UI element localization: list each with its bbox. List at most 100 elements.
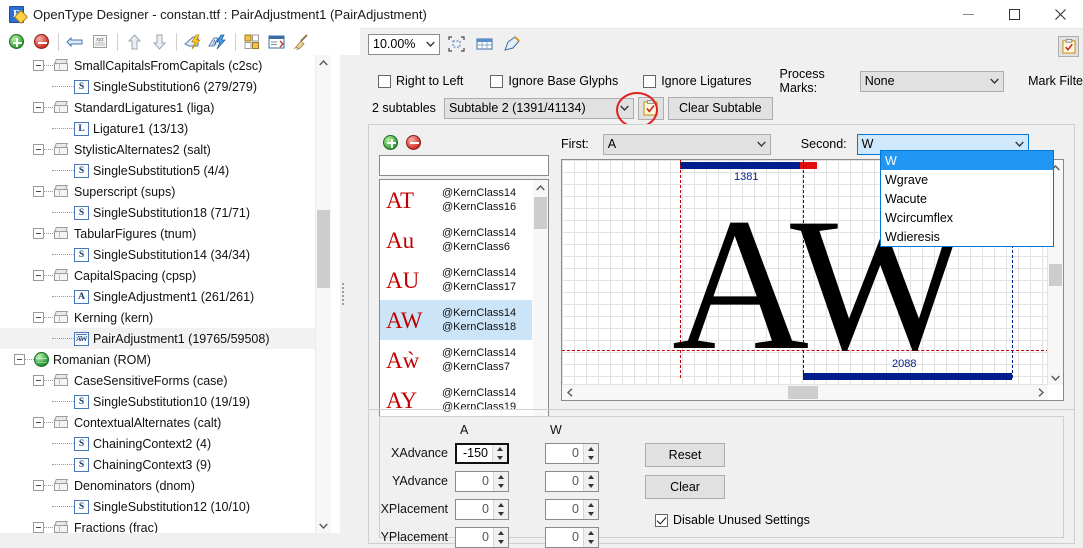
pair-list-item[interactable]: AT@KernClass14@KernClass16	[380, 180, 532, 220]
clear-subtable-button[interactable]: Clear Subtable	[668, 97, 773, 120]
tree-expander-collapse-icon[interactable]	[33, 186, 44, 197]
table-view-button[interactable]	[472, 33, 496, 55]
canvas-hscrollbar[interactable]	[562, 384, 1048, 400]
copy-lookup-button[interactable]	[240, 31, 264, 53]
lookup-tree-panel[interactable]: SmallCapitalsFromCapitals (c2sc)SSingleS…	[0, 55, 346, 533]
stepper-up-button[interactable]	[584, 472, 598, 482]
tree-item-4[interactable]: StylisticAlternates2 (salt)	[0, 139, 331, 160]
tree-item-7[interactable]: SSingleSubstitution18 (71/71)	[0, 202, 331, 223]
setting-second-stepper[interactable]: 0	[545, 443, 599, 464]
setting-first-stepper[interactable]: -150	[455, 443, 509, 464]
dropdown-option[interactable]: Wacute	[881, 189, 1053, 208]
tree-scrollbar[interactable]	[315, 55, 331, 533]
scroll-down-arrow[interactable]	[1048, 370, 1063, 385]
canvas-vscroll-thumb[interactable]	[1049, 264, 1062, 286]
setting-first-stepper[interactable]: 0	[455, 527, 509, 548]
tree-item-2[interactable]: StandardLigatures1 (liga)	[0, 97, 331, 118]
stepper-up-button[interactable]	[584, 500, 598, 510]
pair-list-item[interactable]: AW@KernClass14@KernClass18	[380, 300, 532, 340]
close-button[interactable]	[1037, 0, 1083, 28]
tree-item-1[interactable]: SSingleSubstitution6 (279/279)	[0, 76, 331, 97]
stepper-up-button[interactable]	[494, 528, 508, 538]
first-glyph-combo[interactable]: A	[603, 134, 771, 155]
dropdown-option[interactable]: W	[881, 151, 1053, 170]
tree-expander-collapse-icon[interactable]	[33, 312, 44, 323]
stepper-buttons[interactable]	[492, 445, 507, 462]
stepper-down-button[interactable]	[494, 538, 508, 548]
tree-item-12[interactable]: Kerning (kern)	[0, 307, 331, 328]
zoom-combo[interactable]: 10.00%	[368, 34, 440, 55]
stepper-down-button[interactable]	[584, 454, 598, 464]
fit-to-window-button[interactable]	[444, 33, 468, 55]
tree-item-11[interactable]: ASingleAdjustment1 (261/261)	[0, 286, 331, 307]
tree-item-15[interactable]: CaseSensitiveForms (case)	[0, 370, 331, 391]
compile-button[interactable]	[181, 31, 205, 53]
pair-list-item[interactable]: Au@KernClass14@KernClass6	[380, 220, 532, 260]
stepper-buttons[interactable]	[583, 528, 598, 547]
pair-search-input[interactable]	[379, 155, 549, 176]
stepper-down-button[interactable]	[584, 538, 598, 548]
tree-item-3[interactable]: LLigature1 (13/13)	[0, 118, 331, 139]
pair-list-item[interactable]: AU@KernClass14@KernClass17	[380, 260, 532, 300]
clean-button[interactable]	[290, 31, 314, 53]
dropdown-option[interactable]: Wcircumflex	[881, 208, 1053, 227]
paste-subtable-button[interactable]	[638, 97, 664, 120]
tree-item-17[interactable]: ContextualAlternates (calt)	[0, 412, 331, 433]
panel-splitter[interactable]	[340, 55, 346, 533]
tree-item-14[interactable]: Romanian (ROM)	[0, 349, 331, 370]
tree-item-10[interactable]: CapitalSpacing (cpsp)	[0, 265, 331, 286]
stepper-buttons[interactable]	[493, 528, 508, 547]
subtable-combo[interactable]: Subtable 2 (1391/41134)	[444, 98, 634, 119]
clear-button[interactable]: Clear	[645, 475, 725, 499]
stepper-up-button[interactable]	[493, 445, 507, 454]
scroll-up-arrow[interactable]	[533, 180, 548, 195]
tree-item-22[interactable]: Fractions (frac)	[0, 517, 331, 533]
tree-expander-collapse-icon[interactable]	[33, 144, 44, 155]
second-glyph-dropdown-popup[interactable]: WWgraveWacuteWcircumflexWdieresis	[880, 150, 1054, 247]
tree-item-21[interactable]: SSingleSubstitution12 (10/10)	[0, 496, 331, 517]
stepper-buttons[interactable]	[493, 472, 508, 491]
stepper-down-button[interactable]	[494, 482, 508, 492]
scroll-right-arrow[interactable]	[1033, 385, 1048, 400]
setting-first-stepper[interactable]: 0	[455, 471, 509, 492]
tree-item-0[interactable]: SmallCapitalsFromCapitals (c2sc)	[0, 55, 331, 76]
tree-expander-collapse-icon[interactable]	[33, 522, 44, 533]
canvas-hscroll-thumb[interactable]	[788, 386, 818, 399]
tree-expander-collapse-icon[interactable]	[33, 480, 44, 491]
tree-expander-collapse-icon[interactable]	[14, 354, 25, 365]
move-down-button[interactable]	[147, 31, 171, 53]
tree-item-13[interactable]: AWPairAdjustment1 (19765/59508)	[0, 328, 331, 349]
properties-button[interactable]	[265, 31, 289, 53]
lookup-tree[interactable]: SmallCapitalsFromCapitals (c2sc)SSingleS…	[0, 55, 331, 533]
setting-second-stepper[interactable]: 0	[545, 471, 599, 492]
tree-expander-collapse-icon[interactable]	[33, 270, 44, 281]
add-lookup-button[interactable]	[4, 31, 28, 53]
tree-expander-collapse-icon[interactable]	[33, 375, 44, 386]
pair-scroll-thumb[interactable]	[534, 197, 547, 229]
scroll-up-arrow[interactable]	[316, 55, 331, 70]
right-to-left-checkbox[interactable]: Right to Left	[378, 74, 463, 88]
scroll-left-arrow[interactable]	[562, 385, 577, 400]
setting-first-stepper[interactable]: 0	[455, 499, 509, 520]
clipboard-button[interactable]	[1058, 36, 1079, 57]
tree-expander-collapse-icon[interactable]	[33, 60, 44, 71]
stepper-up-button[interactable]	[584, 528, 598, 538]
tree-item-19[interactable]: SChainingContext3 (9)	[0, 454, 331, 475]
move-up-button[interactable]	[122, 31, 146, 53]
stepper-buttons[interactable]	[583, 500, 598, 519]
stepper-buttons[interactable]	[493, 500, 508, 519]
setting-second-stepper[interactable]: 0	[545, 499, 599, 520]
disable-unused-checkbox[interactable]: Disable Unused Settings	[655, 513, 810, 527]
stepper-buttons[interactable]	[583, 472, 598, 491]
edit-pencil-button[interactable]	[500, 33, 524, 55]
stepper-up-button[interactable]	[494, 500, 508, 510]
tree-item-20[interactable]: Denominators (dnom)	[0, 475, 331, 496]
remove-pair-icon[interactable]	[406, 135, 421, 150]
tree-item-8[interactable]: TabularFigures (tnum)	[0, 223, 331, 244]
tree-expander-collapse-icon[interactable]	[33, 228, 44, 239]
stepper-down-button[interactable]	[584, 482, 598, 492]
ignore-ligatures-checkbox[interactable]: Ignore Ligatures	[643, 74, 751, 88]
compile-all-button[interactable]: A	[206, 31, 230, 53]
tree-item-5[interactable]: SSingleSubstitution5 (4/4)	[0, 160, 331, 181]
dropdown-option[interactable]: Wgrave	[881, 170, 1053, 189]
